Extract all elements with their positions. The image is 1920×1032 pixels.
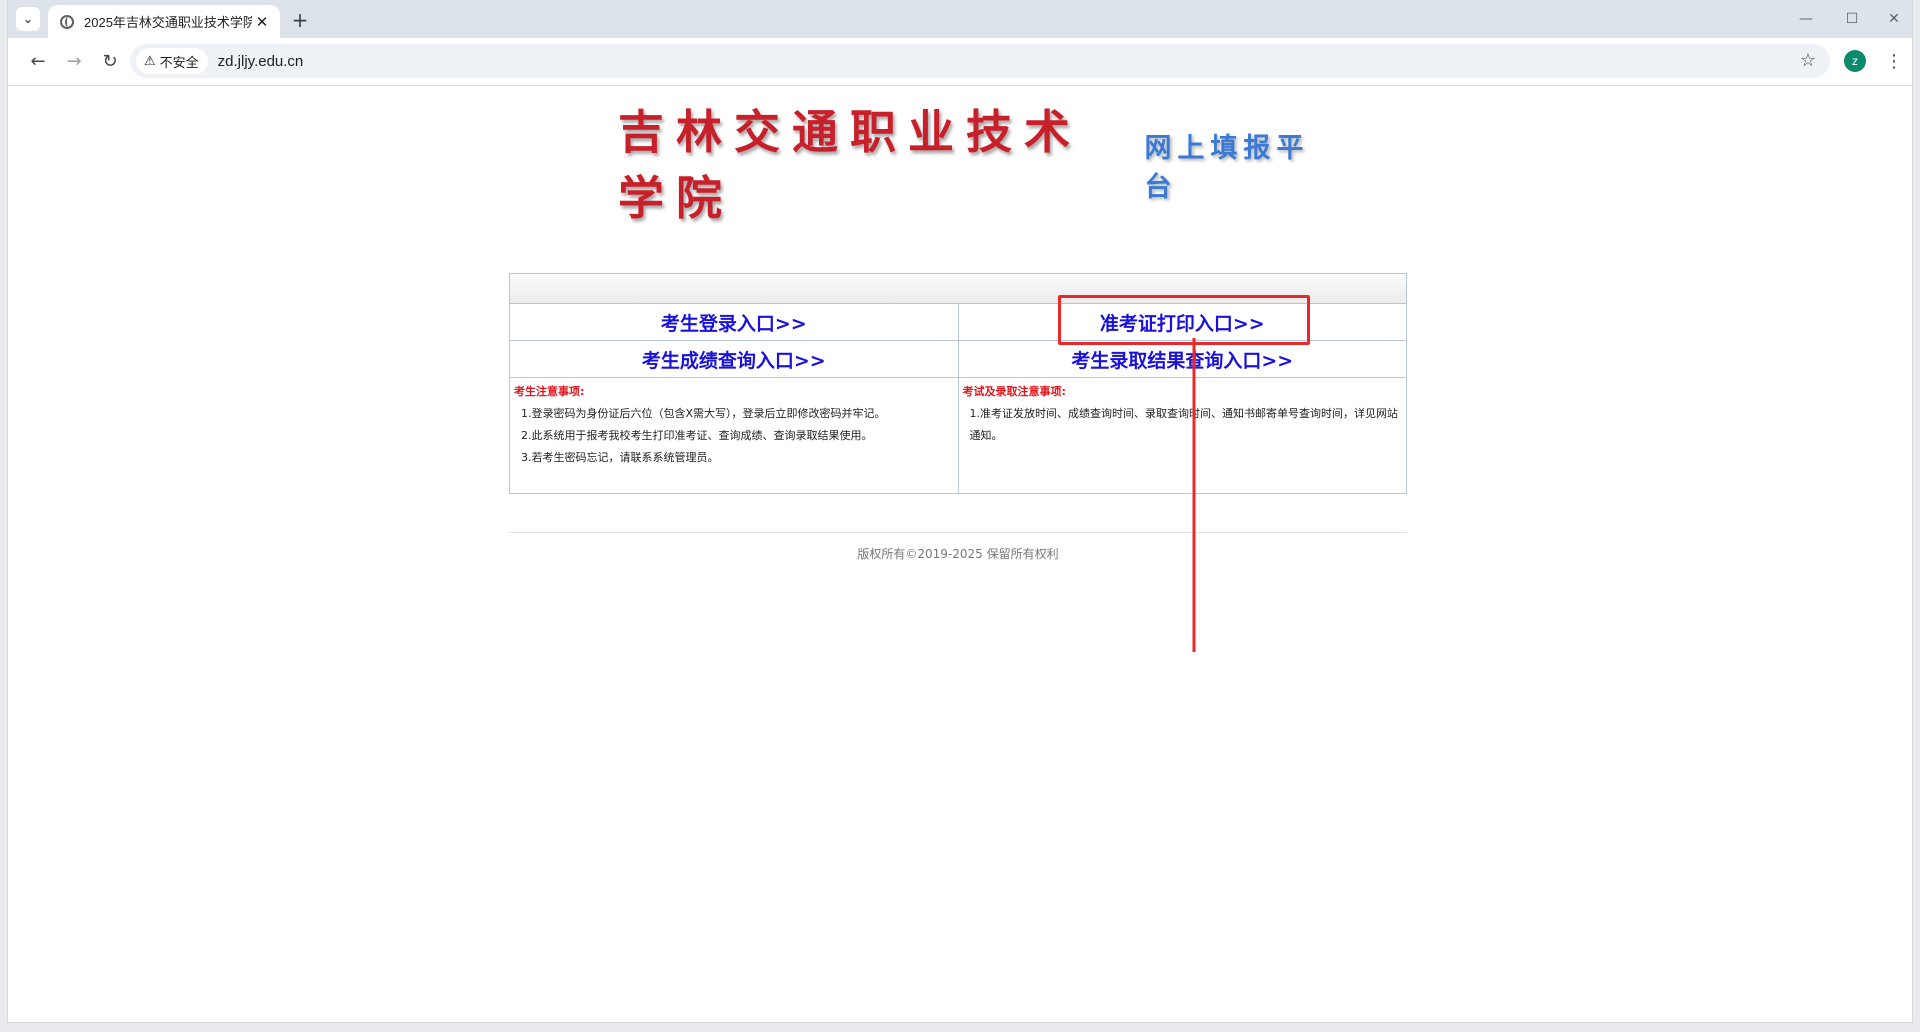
annotation-highlight-box xyxy=(1058,295,1310,345)
maximize-button[interactable]: ☐ xyxy=(1832,6,1872,32)
student-notes-title: 考生注意事项: xyxy=(514,385,585,398)
browser-toolbar: ← → ↻ ⚠ 不安全 zd.jljy.edu.cn ☆ z ⋮ xyxy=(8,38,1912,86)
reload-button[interactable]: ↻ xyxy=(96,47,124,75)
student-notes: 考生注意事项: 1.登录密码为身份证后六位（包含X需大写），登录后立即修改密码并… xyxy=(510,378,958,493)
new-tab-button[interactable]: + xyxy=(288,8,312,32)
close-icon[interactable]: ✕ xyxy=(252,12,272,32)
security-chip[interactable]: ⚠ 不安全 xyxy=(136,48,208,74)
logo-main-text: 吉林交通职业技术学院 xyxy=(618,105,1082,225)
back-button[interactable]: ← xyxy=(24,47,52,75)
admission-result-link[interactable]: 考生录取结果查询入口>> xyxy=(1071,346,1293,373)
page-content: 吉林交通职业技术学院 网上填报平台 考生登录入口>> 准考证打印入口>> 考生成… xyxy=(8,86,1912,1022)
footer-divider xyxy=(509,532,1407,533)
browser-window: ⌄ 2025年吉林交通职业技术学院 ✕ + — ☐ ✕ ← → ↻ ⚠ 不安全 … xyxy=(8,0,1912,1022)
warning-icon: ⚠ xyxy=(144,53,156,68)
score-query-link[interactable]: 考生成绩查询入口>> xyxy=(642,346,826,373)
student-login-link[interactable]: 考生登录入口>> xyxy=(661,309,807,336)
copyright-text: 版权所有©2019-2025 保留所有权利 xyxy=(857,547,1059,561)
student-note-item: 3.若考生密码忘记，请联系系统管理员。 xyxy=(521,451,719,464)
student-note-item: 2.此系统用于报考我校考生打印准考证、查询成绩、查询录取结果使用。 xyxy=(521,429,873,442)
tab-title: 2025年吉林交通职业技术学院 xyxy=(84,15,252,30)
student-note-item: 1.登录密码为身份证后六位（包含X需大写），登录后立即修改密码并牢记。 xyxy=(521,407,886,420)
arrow-left-icon: ← xyxy=(30,50,46,72)
chevron-down-icon: ⌄ xyxy=(22,11,34,27)
more-menu-icon[interactable]: ⋮ xyxy=(1884,48,1904,74)
minimize-icon: — xyxy=(1799,11,1813,27)
close-window-icon: ✕ xyxy=(1888,11,1900,27)
tab-strip: ⌄ 2025年吉林交通职业技术学院 ✕ + — ☐ ✕ xyxy=(8,0,1912,38)
tab-search-button[interactable]: ⌄ xyxy=(16,7,40,31)
arrow-right-icon: → xyxy=(66,50,82,72)
address-bar[interactable]: ⚠ 不安全 zd.jljy.edu.cn ☆ xyxy=(130,44,1830,78)
cell-score-query: 考生成绩查询入口>> xyxy=(510,341,958,377)
browser-tab[interactable]: 2025年吉林交通职业技术学院 ✕ xyxy=(48,5,280,38)
cell-student-login: 考生登录入口>> xyxy=(510,304,958,340)
site-logo: 吉林交通职业技术学院 网上填报平台 xyxy=(618,105,1318,225)
exam-notes-title: 考试及录取注意事项: xyxy=(962,385,1066,398)
bookmark-star-icon[interactable]: ☆ xyxy=(1800,50,1816,71)
reload-icon: ↻ xyxy=(102,50,118,72)
maximize-icon: ☐ xyxy=(1845,11,1859,27)
entry-row-2: 考生成绩查询入口>> 考生录取结果查询入口>> xyxy=(510,341,1406,378)
minimize-button[interactable]: — xyxy=(1786,6,1826,32)
exam-notes: 考试及录取注意事项: 1.准考证发放时间、成绩查询时间、录取查询时间、通知书邮寄… xyxy=(957,378,1407,493)
notes-row: 考生注意事项: 1.登录密码为身份证后六位（包含X需大写），登录后立即修改密码并… xyxy=(510,378,1406,493)
close-window-button[interactable]: ✕ xyxy=(1874,6,1912,32)
url-text[interactable]: zd.jljy.edu.cn xyxy=(218,53,304,70)
cell-admission-result: 考生录取结果查询入口>> xyxy=(957,341,1407,377)
security-label: 不安全 xyxy=(159,54,199,70)
logo-sub-text: 网上填报平台 xyxy=(1144,133,1310,203)
globe-icon xyxy=(60,14,74,29)
forward-button[interactable]: → xyxy=(60,47,88,75)
exam-note-item: 1.准考证发放时间、成绩查询时间、录取查询时间、通知书邮寄单号查询时间，详见网站… xyxy=(969,407,1399,442)
plus-icon: + xyxy=(291,8,309,32)
profile-avatar[interactable]: z xyxy=(1844,50,1866,72)
